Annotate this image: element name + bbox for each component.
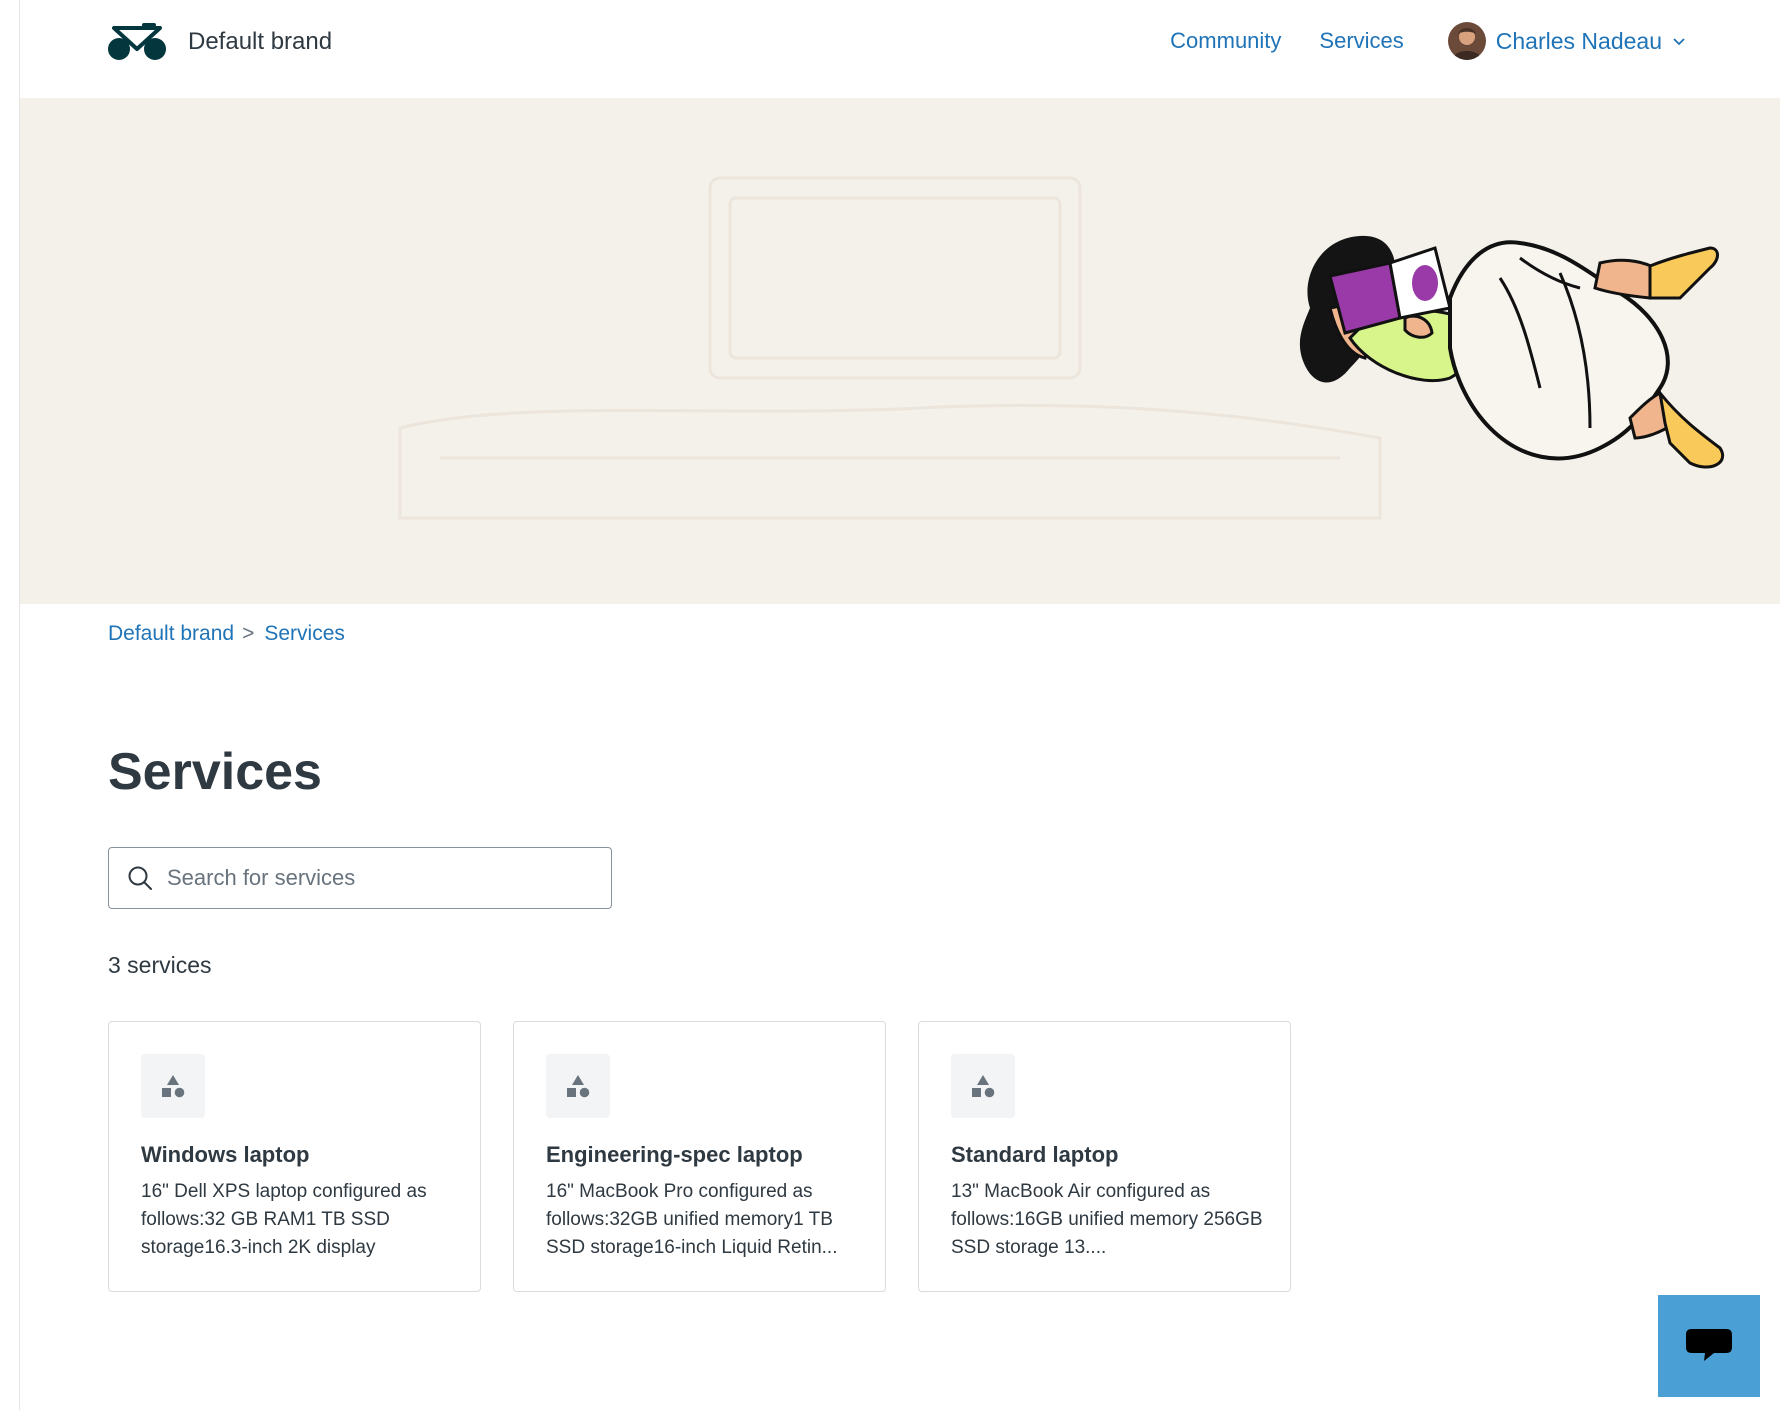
service-card-description: 16" Dell XPS laptop configured as follow… [141,1181,427,1258]
breadcrumb: Default brand > Services [108,622,345,646]
service-card-title: Windows laptop [141,1142,310,1167]
chevron-down-icon [1673,38,1685,46]
shapes-icon [141,1054,205,1118]
shapes-icon [951,1054,1015,1118]
breadcrumb-separator: > [242,622,255,645]
brand-name: Default brand [188,28,333,55]
avatar [1447,22,1486,60]
hero-banner [20,98,1780,604]
service-card-description: 13" MacBook Air configured as follows:16… [951,1181,1263,1258]
search-box [108,847,612,909]
user-name: Charles Nadeau [1495,27,1662,54]
nav-community-link[interactable]: Community [1170,28,1281,54]
service-card[interactable]: Engineering-spec laptop 16" MacBook Pro … [513,1021,886,1292]
breadcrumb-home-link[interactable]: Default brand [108,622,234,646]
service-card[interactable]: Standard laptop 13" MacBook Air configur… [918,1021,1291,1292]
brand-link[interactable]: Default brand [108,22,332,62]
service-card-title: Engineering-spec laptop [546,1142,803,1167]
services-list: Windows laptop 16" Dell XPS laptop confi… [108,1021,1323,1292]
bicycle-logo-icon [108,23,166,60]
service-card-title: Standard laptop [951,1142,1119,1167]
nav-services-link[interactable]: Services [1319,28,1403,54]
reading-person-illustration [1299,235,1724,469]
shapes-icon [546,1054,610,1118]
results-count: 3 services [108,952,212,978]
site-header: Default brand Community Services Charles… [20,0,1780,98]
page-title: Services [108,743,322,801]
user-menu[interactable]: Charles Nadeau [1447,22,1686,60]
service-card[interactable]: Windows laptop 16" Dell XPS laptop confi… [108,1021,481,1292]
service-card-description: 16" MacBook Pro configured as follows:32… [546,1181,838,1258]
breadcrumb-current-link[interactable]: Services [264,622,345,646]
search-input[interactable] [165,864,609,892]
top-nav: Community Services Charles Nadeau [1170,22,1686,60]
chat-launcher-button[interactable] [1658,1295,1760,1397]
search-icon [128,866,152,890]
chat-bubble-icon [1686,1329,1732,1361]
